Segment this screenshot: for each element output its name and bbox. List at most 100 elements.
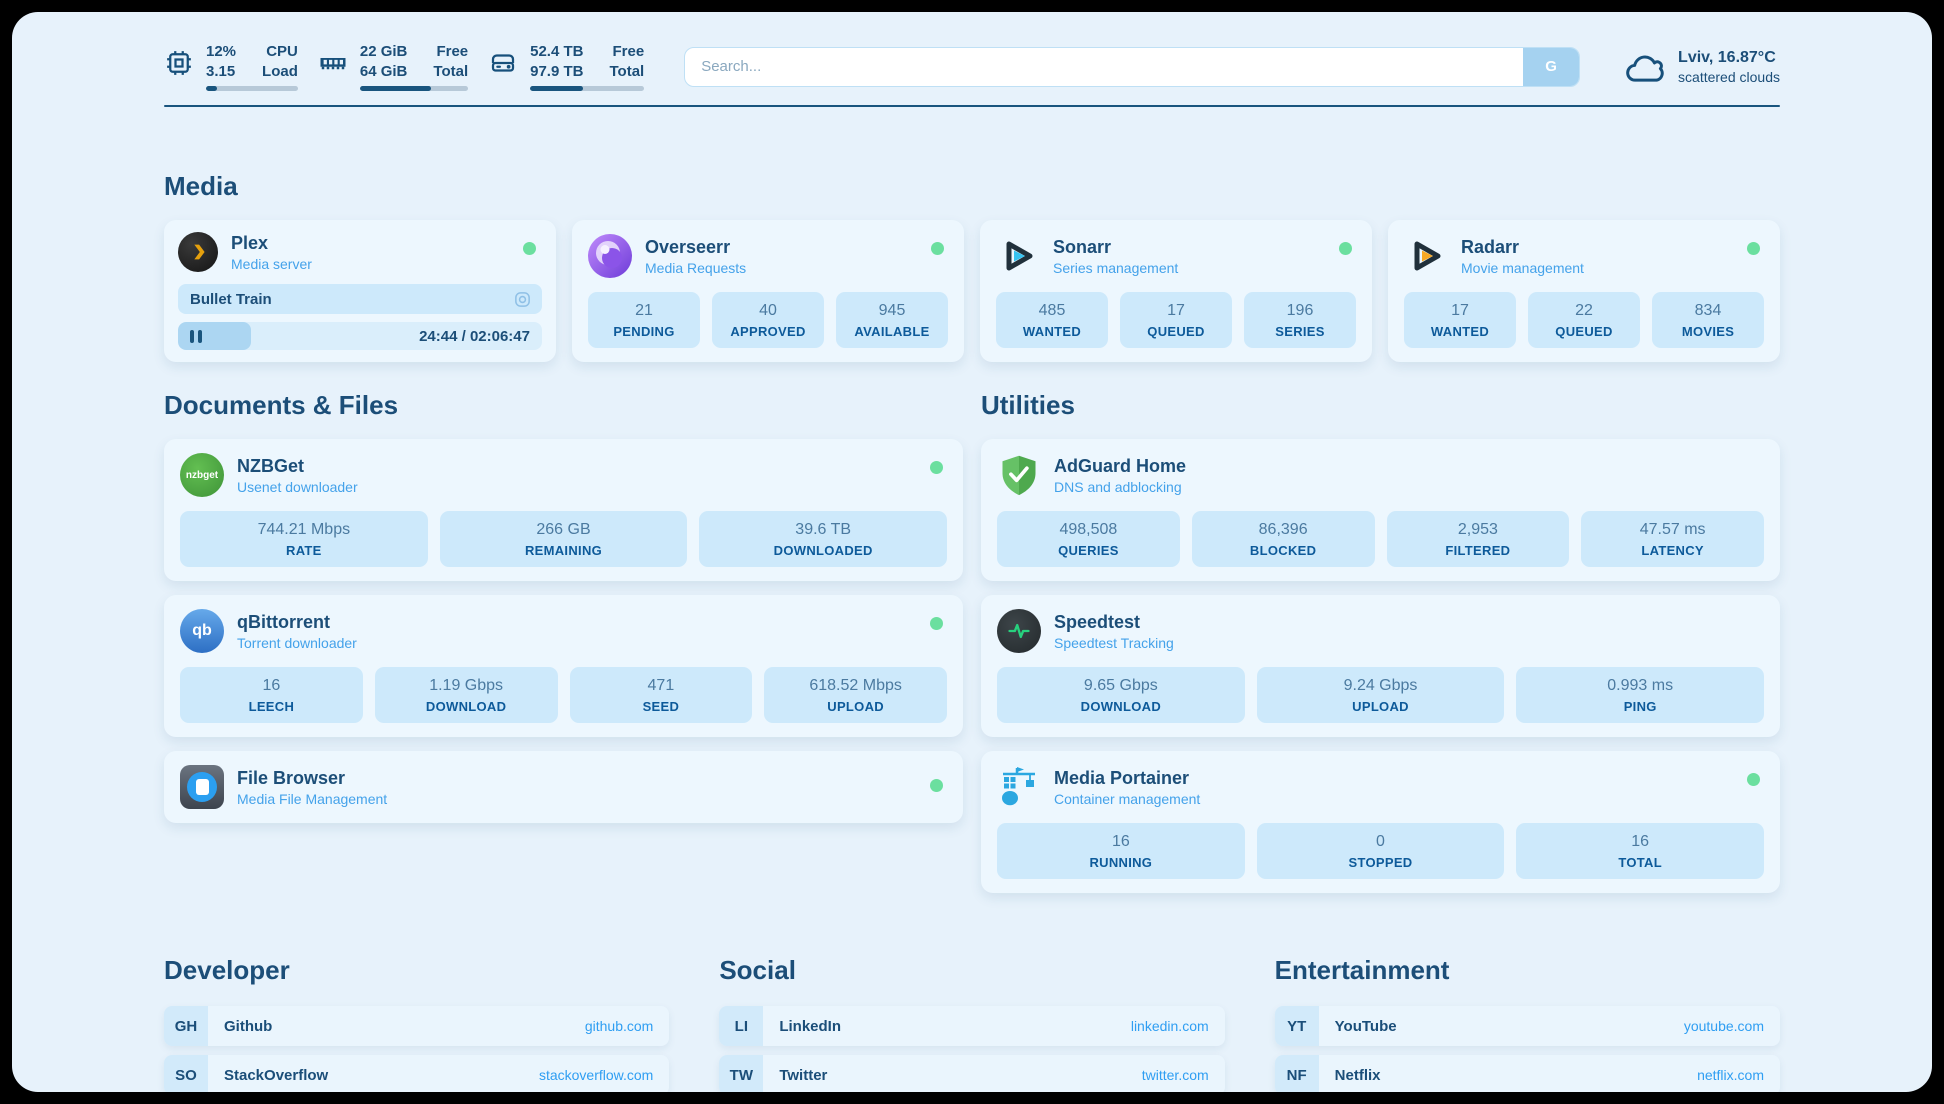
link-name: Github <box>224 1018 272 1035</box>
stat-value: 0.993 ms <box>1520 676 1760 696</box>
stat-value: 834 <box>1656 301 1760 321</box>
stat-box: 618.52 Mbps UPLOAD <box>764 667 947 723</box>
metric-label: Total <box>433 62 468 81</box>
system-metrics: 12% 3.15 CPU Load <box>164 42 644 91</box>
stat-box: 17 QUEUED <box>1120 292 1232 348</box>
link-twitter[interactable]: TW Twitter twitter.com <box>719 1055 1224 1092</box>
app-description: DNS and adblocking <box>1054 479 1186 495</box>
metric-value: 12% <box>206 42 236 61</box>
stat-label: QUEUED <box>1532 324 1636 339</box>
stat-box: 0.993 ms PING <box>1516 667 1764 723</box>
stat-label: QUEUED <box>1124 324 1228 339</box>
stat-box: 744.21 Mbps RATE <box>180 511 428 567</box>
stat-box: 16 LEECH <box>180 667 363 723</box>
link-youtube[interactable]: YT YouTube youtube.com <box>1275 1006 1780 1046</box>
stat-label: PING <box>1520 699 1760 714</box>
app-name: Plex <box>231 232 312 254</box>
cpu-progress-track <box>206 86 298 91</box>
metric-value: 52.4 TB <box>530 42 583 61</box>
developer-section: Developer GH Github github.com SO StackO… <box>164 955 669 1092</box>
status-indicator <box>1339 242 1352 255</box>
cpu-progress-fill <box>206 86 217 91</box>
app-description: Container management <box>1054 791 1200 807</box>
stat-label: RUNNING <box>1001 855 1241 870</box>
app-description: Torrent downloader <box>237 635 357 651</box>
stat-label: DOWNLOAD <box>1001 699 1241 714</box>
link-url: netflix.com <box>1697 1067 1764 1083</box>
link-github[interactable]: GH Github github.com <box>164 1006 669 1046</box>
link-url: youtube.com <box>1684 1018 1764 1034</box>
stat-value: 2,953 <box>1391 520 1566 540</box>
stat-box: 9.24 Gbps UPLOAD <box>1257 667 1505 723</box>
stat-label: BLOCKED <box>1196 543 1371 558</box>
section-title-media: Media <box>164 171 1780 202</box>
media-source-icon[interactable] <box>513 290 532 309</box>
status-indicator <box>930 617 943 630</box>
plex-card[interactable]: Plex Media server Bullet Train <box>164 220 556 362</box>
stat-value: 16 <box>1001 832 1241 852</box>
status-indicator <box>930 779 943 792</box>
link-url: stackoverflow.com <box>539 1067 653 1083</box>
status-indicator <box>1747 773 1760 786</box>
stat-box: 945 AVAILABLE <box>836 292 948 348</box>
speedtest-card[interactable]: Speedtest Speedtest Tracking 9.65 Gbps D… <box>981 595 1780 737</box>
stat-label: REMAINING <box>444 543 684 558</box>
utilities-section: Utilities AdGuard Home <box>981 390 1780 893</box>
stat-value: 196 <box>1248 301 1352 321</box>
entertainment-section: Entertainment YT YouTube youtube.com NF … <box>1275 955 1780 1092</box>
cpu-icon <box>164 48 194 78</box>
link-netflix[interactable]: NF Netflix netflix.com <box>1275 1055 1780 1092</box>
radarr-card[interactable]: Radarr Movie management 17 WANTED 22 QUE… <box>1388 220 1780 362</box>
stat-value: 21 <box>592 301 696 321</box>
link-linkedin[interactable]: LI LinkedIn linkedin.com <box>719 1006 1224 1046</box>
stat-box: 1.19 Gbps DOWNLOAD <box>375 667 558 723</box>
top-bar: 12% 3.15 CPU Load <box>164 42 1780 91</box>
stat-label: WANTED <box>1000 324 1104 339</box>
nzbget-card[interactable]: nzbget NZBGet Usenet downloader 744.21 M… <box>164 439 963 581</box>
section-title-utilities: Utilities <box>981 390 1780 421</box>
stat-value: 86,396 <box>1196 520 1371 540</box>
sonarr-card[interactable]: Sonarr Series management 485 WANTED 17 Q… <box>980 220 1372 362</box>
stat-box: 86,396 BLOCKED <box>1192 511 1375 567</box>
stat-box: 471 SEED <box>570 667 753 723</box>
stat-label: STOPPED <box>1261 855 1501 870</box>
app-description: Media File Management <box>237 791 387 807</box>
link-badge: SO <box>164 1055 208 1092</box>
qbittorrent-icon: qb <box>180 609 224 653</box>
stat-box: 196 SERIES <box>1244 292 1356 348</box>
status-indicator <box>523 242 536 255</box>
overseerr-card[interactable]: Overseerr Media Requests 21 PENDING 40 A… <box>572 220 964 362</box>
stat-box: 40 APPROVED <box>712 292 824 348</box>
section-title-documents: Documents & Files <box>164 390 963 421</box>
portainer-card[interactable]: Media Portainer Container management 16 … <box>981 751 1780 893</box>
documents-section: Documents & Files nzbget NZBGet Usenet d… <box>164 390 963 893</box>
app-name: Overseerr <box>645 236 746 258</box>
qbittorrent-card[interactable]: qb qBittorrent Torrent downloader 16 LEE… <box>164 595 963 737</box>
speedtest-icon <box>997 609 1041 653</box>
nzbget-icon: nzbget <box>180 453 224 497</box>
link-stackoverflow[interactable]: SO StackOverflow stackoverflow.com <box>164 1055 669 1092</box>
stat-label: RATE <box>184 543 424 558</box>
metric-label: Total <box>609 62 644 81</box>
app-name: Speedtest <box>1054 611 1174 633</box>
link-badge: NF <box>1275 1055 1319 1092</box>
link-url: github.com <box>585 1018 653 1034</box>
file-browser-card[interactable]: File Browser Media File Management <box>164 751 963 823</box>
link-name: StackOverflow <box>224 1067 328 1084</box>
stat-value: 16 <box>184 676 359 696</box>
pause-button[interactable] <box>190 330 202 343</box>
app-description: Series management <box>1053 260 1178 276</box>
stat-label: UPLOAD <box>1261 699 1501 714</box>
stat-box: 498,508 QUERIES <box>997 511 1180 567</box>
adguard-card[interactable]: AdGuard Home DNS and adblocking 498,508 … <box>981 439 1780 581</box>
search-input[interactable] <box>701 58 1523 75</box>
link-name: Netflix <box>1335 1067 1381 1084</box>
search-engine-button[interactable]: G <box>1523 48 1579 86</box>
playback-progress-fill <box>178 322 251 350</box>
stat-value: 40 <box>716 301 820 321</box>
link-badge: LI <box>719 1006 763 1046</box>
app-description: Media Requests <box>645 260 746 276</box>
stat-box: 485 WANTED <box>996 292 1108 348</box>
stat-label: FILTERED <box>1391 543 1566 558</box>
app-name: File Browser <box>237 767 387 789</box>
